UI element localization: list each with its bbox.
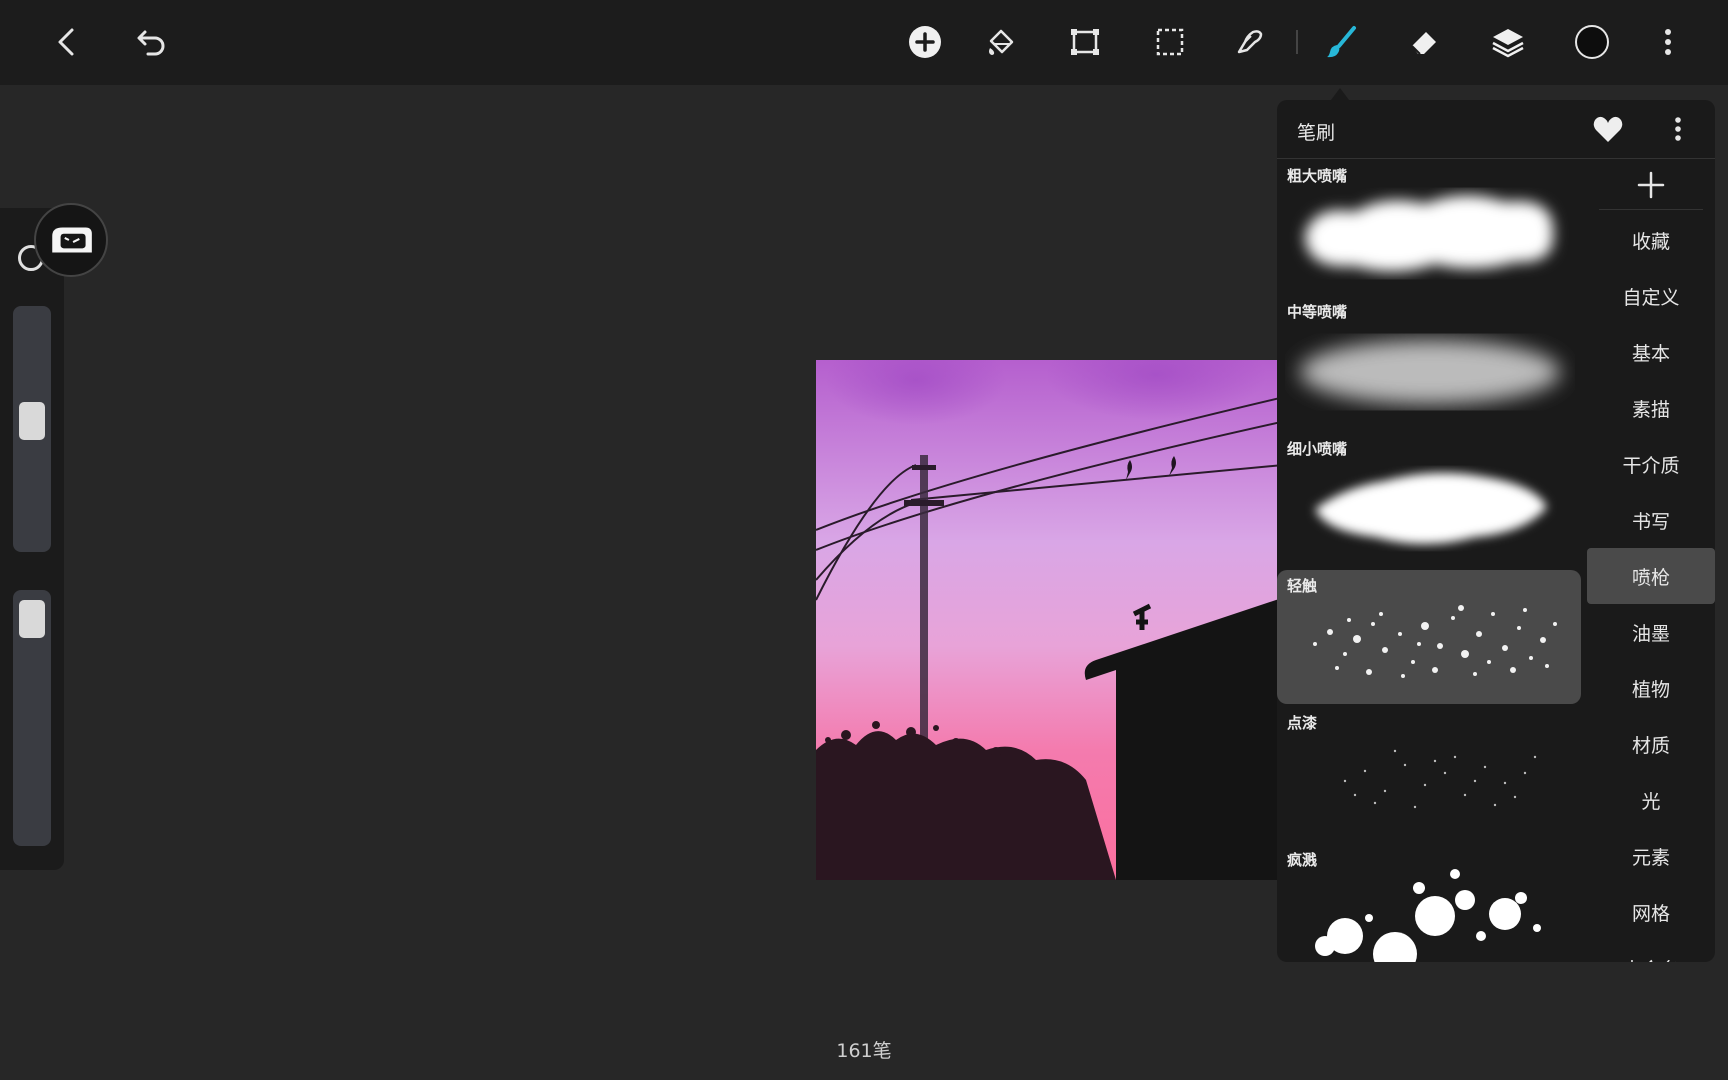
brush-size-slider-thumb[interactable] [19, 402, 45, 440]
add-icon [909, 26, 941, 58]
brush-item[interactable]: 中等喷嘴 [1277, 296, 1581, 430]
toolbar-separator [1296, 30, 1298, 54]
airbrush-icon [52, 227, 92, 253]
brush-item[interactable]: 细小喷嘴 [1277, 433, 1581, 567]
brush-stroke-preview [1315, 869, 1541, 962]
brush-tool-button[interactable] [1319, 20, 1363, 64]
brush-name: 粗大喷嘴 [1287, 167, 1348, 185]
brush-name: 点漆 [1287, 714, 1318, 732]
brush-panel-pointer [1331, 88, 1349, 100]
brush-category-list: 收藏 自定义 基本 素描 干介质 书写 喷枪 油墨 植物 材质 光 元素 网格 … [1587, 160, 1715, 962]
transform-tool-button[interactable] [1063, 20, 1107, 64]
color-icon [1575, 25, 1609, 59]
brush-name: 细小喷嘴 [1287, 440, 1348, 458]
panel-divider [1277, 158, 1715, 159]
brush-item[interactable]: 疯溅 [1277, 844, 1581, 962]
category-item[interactable]: 素描 [1587, 380, 1715, 436]
quick-brush-button[interactable] [34, 203, 108, 277]
layers-icon [1492, 29, 1524, 58]
selection-icon [1156, 28, 1184, 56]
plus-icon [1637, 171, 1665, 198]
chevron-left-icon [58, 28, 74, 56]
add-button[interactable] [903, 20, 947, 64]
smudge-icon [1237, 30, 1263, 54]
add-category-button[interactable] [1599, 160, 1703, 210]
category-item[interactable]: 自定义 [1587, 268, 1715, 324]
layers-button[interactable] [1486, 20, 1530, 64]
brush-item-selected[interactable]: 轻触 [1277, 570, 1581, 704]
category-item[interactable]: 收藏 [1587, 212, 1715, 268]
more-menu-button[interactable] [1646, 20, 1690, 64]
category-item[interactable]: 干介质 [1587, 436, 1715, 492]
category-item[interactable]: 植物 [1587, 660, 1715, 716]
brush-icon [1327, 26, 1356, 58]
canvas-artwork[interactable] [816, 360, 1336, 880]
category-item[interactable]: 元素 [1587, 828, 1715, 884]
back-button[interactable] [46, 20, 90, 64]
more-icon [1665, 29, 1671, 55]
brush-size-slider[interactable] [13, 306, 51, 552]
brush-name: 中等喷嘴 [1287, 303, 1348, 321]
brush-item[interactable]: 点漆 [1277, 707, 1581, 841]
category-item[interactable]: 基本 [1587, 324, 1715, 380]
brush-library-panel: 笔刷 粗大喷嘴 中等喷嘴 细小喷嘴 轻触 点漆 疯溅 收藏 自定义 基本 素描 … [1277, 100, 1715, 962]
category-item[interactable]: 光 [1587, 772, 1715, 828]
artwork-image [816, 360, 1336, 880]
brush-stroke-preview [1315, 472, 1547, 544]
left-slider-panel [0, 208, 64, 870]
top-toolbar [0, 0, 1728, 85]
favorite-heart-icon[interactable] [1591, 112, 1625, 146]
brush-stroke-preview [1300, 340, 1560, 404]
category-item-active[interactable]: 喷枪 [1587, 548, 1715, 604]
brush-opacity-slider[interactable] [13, 590, 51, 846]
category-item[interactable]: 油墨 [1587, 604, 1715, 660]
selection-tool-button[interactable] [1148, 20, 1192, 64]
fill-tool-button[interactable] [979, 20, 1023, 64]
category-item[interactable]: 材质 [1587, 716, 1715, 772]
color-button[interactable] [1570, 20, 1614, 64]
smudge-tool-button[interactable] [1227, 20, 1271, 64]
undo-icon [137, 30, 165, 56]
category-item[interactable]: 未命名 [1587, 940, 1715, 963]
brush-name: 疯溅 [1287, 851, 1318, 869]
category-item[interactable]: 书写 [1587, 492, 1715, 548]
undo-button[interactable] [130, 20, 174, 64]
brush-stroke-preview [1343, 749, 1537, 809]
brush-opacity-slider-thumb[interactable] [19, 600, 45, 638]
stroke-count-label: 161笔 [836, 1040, 892, 1062]
brush-item[interactable]: 粗大喷嘴 [1277, 160, 1581, 294]
transform-icon [1071, 29, 1099, 55]
panel-title: 笔刷 [1297, 122, 1336, 144]
brush-list: 粗大喷嘴 中等喷嘴 细小喷嘴 轻触 点漆 疯溅 [1277, 160, 1583, 962]
eraser-icon [1411, 32, 1436, 55]
category-item[interactable]: 网格 [1587, 884, 1715, 940]
eraser-tool-button[interactable] [1402, 20, 1446, 64]
brush-stroke-preview [1305, 195, 1554, 272]
panel-more-icon[interactable] [1661, 112, 1695, 146]
fill-bucket-icon [989, 29, 1014, 55]
brush-stroke-preview [1313, 605, 1557, 678]
brush-name: 轻触 [1287, 577, 1318, 595]
